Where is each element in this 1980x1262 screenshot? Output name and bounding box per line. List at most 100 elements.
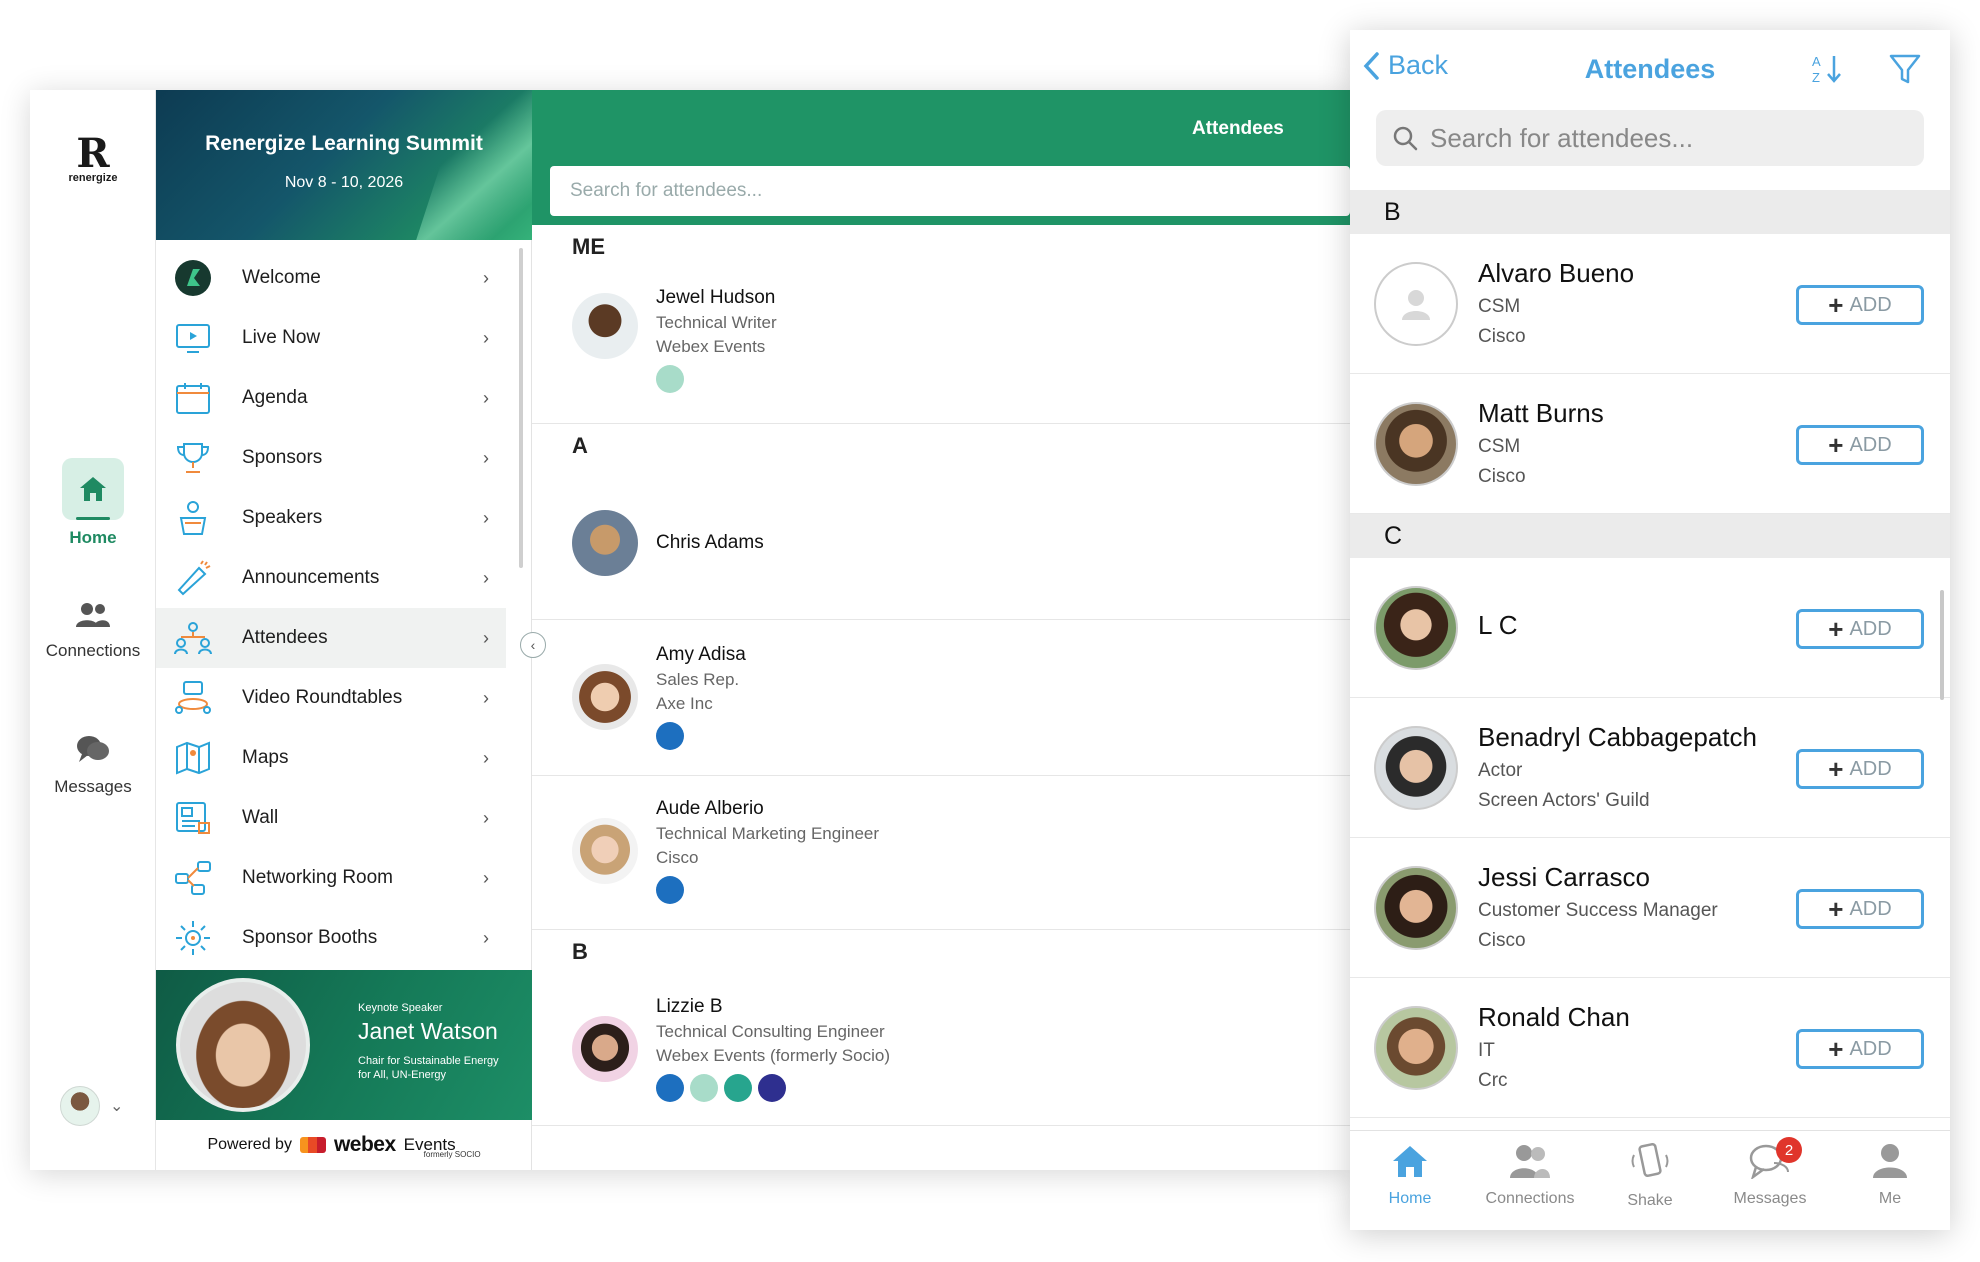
- chevron-right-icon: ›: [483, 747, 489, 768]
- section-header: C: [1350, 514, 1950, 558]
- tag-dot: [724, 1074, 752, 1102]
- list-item[interactable]: Alvaro Bueno CSM Cisco + ADD: [1350, 234, 1950, 374]
- desktop-app-window: R renergize Home Connections Messages ⌄: [30, 90, 1350, 1170]
- attendee-row[interactable]: Jewel Hudson Technical Writer Webex Even…: [532, 269, 1350, 424]
- rail-item-messages[interactable]: Messages: [30, 734, 156, 797]
- add-button[interactable]: + ADD: [1796, 1029, 1924, 1069]
- rail-item-connections[interactable]: Connections: [30, 602, 156, 661]
- list-item[interactable]: Jessi Carrasco Customer Success Manager …: [1350, 838, 1950, 978]
- page-title: Attendees: [1584, 54, 1716, 84]
- list-item[interactable]: Ronald Chan IT Crc + ADD: [1350, 978, 1950, 1118]
- menu-item-speakers[interactable]: Speakers ›: [156, 488, 506, 548]
- event-banner: Renergize Learning Summit Nov 8 - 10, 20…: [156, 90, 532, 240]
- list-item[interactable]: Matt Burns CSM Cisco + ADD: [1350, 374, 1950, 514]
- attendee-row[interactable]: Lizzie B Technical Consulting Engineer W…: [532, 974, 1350, 1126]
- chevron-right-icon: ›: [483, 507, 489, 528]
- live-screen-icon: [172, 317, 214, 359]
- attendees-icon: [172, 617, 214, 659]
- chevron-right-icon: ›: [483, 927, 489, 948]
- rail-label-connections: Connections: [45, 641, 141, 660]
- rail-label-messages: Messages: [54, 777, 132, 796]
- list-item[interactable]: Benadryl Cabbagepatch Actor Screen Actor…: [1350, 698, 1950, 838]
- filter-icon[interactable]: [1888, 52, 1922, 91]
- menu-item-attendees[interactable]: Attendees ›: [156, 608, 506, 668]
- menu-item-announcements[interactable]: Announcements ›: [156, 548, 506, 608]
- roundtable-icon: [172, 677, 214, 719]
- menu-item-agenda[interactable]: Agenda ›: [156, 368, 506, 428]
- collapse-panel-button[interactable]: ‹: [520, 632, 546, 658]
- avatar: [1374, 866, 1458, 950]
- tag-dot: [656, 876, 684, 904]
- chevron-right-icon: ›: [483, 807, 489, 828]
- attendee-row[interactable]: Chris Adams: [532, 468, 1350, 620]
- event-menu-list: Welcome › Live Now › Agenda › Sponsors ›…: [156, 248, 506, 968]
- search-input[interactable]: Search for attendees...: [550, 166, 1350, 216]
- plus-icon: +: [1828, 754, 1844, 784]
- attendee-list: ME Jewel Hudson Technical Writer Webex E…: [532, 225, 1350, 1126]
- tab-connections[interactable]: Connections: [1470, 1131, 1590, 1230]
- list-item[interactable]: L C + ADD: [1350, 558, 1950, 698]
- add-button[interactable]: + ADD: [1796, 749, 1924, 789]
- sort-az-icon[interactable]: AZ: [1810, 52, 1844, 91]
- menu-item-video-roundtables[interactable]: Video Roundtables ›: [156, 668, 506, 728]
- chevron-down-icon[interactable]: ⌄: [110, 1096, 123, 1116]
- attendees-header: Attendees Search for attendees...: [532, 90, 1350, 225]
- avatar: [572, 1016, 638, 1082]
- search-icon: [1393, 126, 1418, 151]
- attendee-row[interactable]: Aude Alberio Technical Marketing Enginee…: [532, 776, 1350, 930]
- powered-by-footer: Powered by webex Events formerly SOCIO: [207, 1133, 481, 1159]
- menu-item-welcome[interactable]: Welcome ›: [156, 248, 506, 308]
- attendee-row[interactable]: Amy Adisa Sales Rep. Axe Inc: [532, 620, 1350, 776]
- tab-shake[interactable]: Shake: [1590, 1131, 1710, 1230]
- menu-scrollbar[interactable]: [519, 248, 523, 568]
- tag-dot: [758, 1074, 786, 1102]
- section-header: A: [572, 433, 588, 458]
- avatar: [572, 664, 638, 730]
- mobile-scrollbar[interactable]: [1940, 590, 1944, 700]
- unread-badge: 2: [1776, 1137, 1802, 1163]
- add-button[interactable]: + ADD: [1796, 425, 1924, 465]
- home-icon: [1393, 1146, 1427, 1177]
- tab-messages[interactable]: 2 Messages: [1710, 1131, 1830, 1230]
- chat-icon: [30, 734, 156, 769]
- avatar: [1374, 726, 1458, 810]
- chevron-right-icon: ›: [483, 867, 489, 888]
- avatar: [572, 293, 638, 359]
- chevron-right-icon: ›: [483, 267, 489, 288]
- event-dates: Nov 8 - 10, 2026: [284, 174, 404, 191]
- tag-dot: [656, 722, 684, 750]
- add-button[interactable]: + ADD: [1796, 285, 1924, 325]
- keynote-speaker-photo: [176, 978, 310, 1112]
- user-avatar[interactable]: [60, 1086, 100, 1126]
- mobile-app-panel: Back Attendees AZ Search for attendees..…: [1350, 30, 1950, 1230]
- avatar-placeholder-icon: [1374, 262, 1458, 346]
- tab-me[interactable]: Me: [1830, 1131, 1950, 1230]
- connections-icon: [1510, 1145, 1550, 1178]
- avatar: [572, 818, 638, 884]
- add-button[interactable]: + ADD: [1796, 889, 1924, 929]
- avatar: [572, 510, 638, 576]
- rail-item-home[interactable]: Home: [30, 458, 156, 548]
- menu-item-live-now[interactable]: Live Now ›: [156, 308, 506, 368]
- add-button[interactable]: + ADD: [1796, 609, 1924, 649]
- plus-icon: +: [1828, 894, 1844, 924]
- person-icon: [1873, 1144, 1907, 1178]
- welcome-logo-icon: [172, 257, 214, 299]
- menu-item-sponsor-booths[interactable]: Sponsor Booths ›: [156, 908, 506, 968]
- chevron-right-icon: ›: [483, 567, 489, 588]
- event-menu-panel: Renergize Learning Summit Nov 8 - 10, 20…: [156, 90, 532, 1170]
- home-icon: [62, 458, 124, 520]
- podium-icon: [172, 497, 214, 539]
- menu-item-networking-room[interactable]: Networking Room ›: [156, 848, 506, 908]
- network-icon: [172, 857, 214, 899]
- attendees-main: Attendees Search for attendees... ME Jew…: [532, 90, 1350, 1170]
- section-header: B: [1350, 190, 1950, 234]
- webex-logo-icon: [299, 1137, 326, 1153]
- avatar: [1374, 586, 1458, 670]
- menu-item-sponsors[interactable]: Sponsors ›: [156, 428, 506, 488]
- keynote-speaker-banner[interactable]: Keynote Speaker Janet Watson Chair for S…: [156, 970, 532, 1120]
- menu-item-wall[interactable]: Wall ›: [156, 788, 506, 848]
- tab-home[interactable]: Home: [1350, 1131, 1470, 1230]
- mobile-search-input[interactable]: Search for attendees...: [1376, 110, 1924, 166]
- menu-item-maps[interactable]: Maps ›: [156, 728, 506, 788]
